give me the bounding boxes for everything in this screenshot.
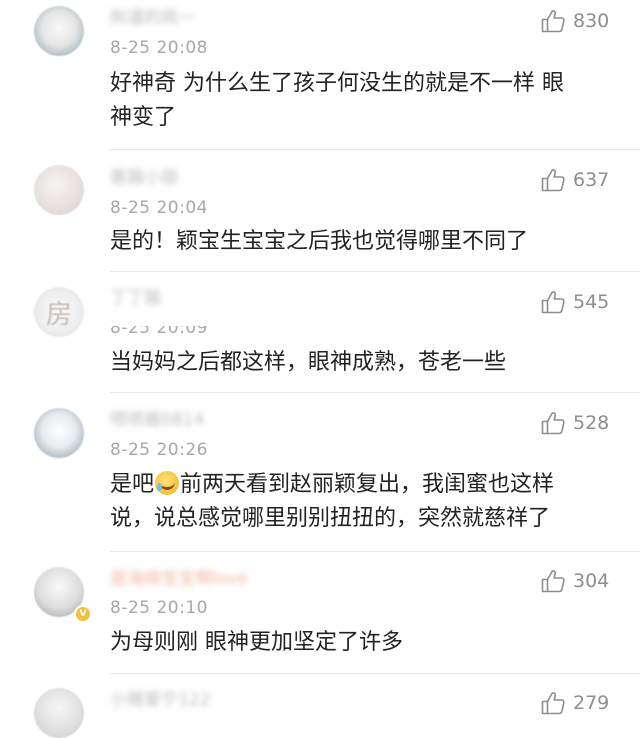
like-count: 830 [573,10,610,32]
like-button[interactable]: 830 [540,7,609,35]
comment-username[interactable]: 拘谨的雨一 [110,8,250,28]
avatar[interactable] [34,408,84,458]
divider [110,149,640,150]
like-count: 304 [573,570,610,592]
thumbs-up-icon [541,291,565,314]
comment-text: 是吧 前两天看到赵丽颖复出，我闺蜜也这样 说，说总感觉哪里别别扭扭的，突然就慈祥了 [110,468,610,536]
like-count: 528 [573,412,610,434]
divider [110,271,640,272]
comment-username[interactable]: 蔷薇小丽 [110,168,250,188]
like-button[interactable]: 304 [540,567,609,595]
comment-timestamp: 8-25 20:08 [110,38,208,58]
comment-timestamp: 8-25 20:10 [110,598,208,618]
thumbs-up-icon [541,692,565,715]
comment-username[interactable]: 喷喷酱0814 [110,410,250,430]
like-button[interactable]: 279 [540,689,609,717]
verified-badge-icon: V [74,605,92,623]
like-count: 637 [573,169,610,191]
comment-username[interactable]: 小猪爱宁122 [110,690,250,710]
comment-timestamp: 8-25 20:04 [110,198,208,218]
avatar[interactable]: 房 [34,287,84,337]
avatar[interactable] [34,6,84,56]
comment-text: 为母则刚 眼神更加坚定了许多 [110,630,403,655]
comment-text: 是的！颖宝生宝宝之后我也觉得哪里不同了 [110,229,529,254]
comment-username[interactable]: 丁丁猫 [110,288,250,308]
comment-text: 好神奇 为什么生了孩子何没生的就是不一样 眼 神变了 [110,71,564,130]
comment-username[interactable]: 是海绵宝宝啊love [110,569,320,589]
comment-timestamp: 8-25 20:09 [110,318,208,338]
like-button[interactable]: 545 [540,288,609,316]
like-button[interactable]: 637 [540,166,609,194]
like-count: 545 [573,291,610,313]
thumbs-up-icon [541,10,565,33]
thumbs-up-icon [541,412,565,435]
like-button[interactable]: 528 [540,409,609,437]
divider [110,392,640,393]
comment-timestamp: 8-25 20:26 [110,440,208,460]
thumbs-up-icon [541,169,565,192]
comment-text-start: 是吧 [110,472,155,497]
laugh-cry-emoji-icon [155,471,180,495]
thumbs-up-icon [541,570,565,593]
divider [110,673,640,674]
avatar[interactable] [34,165,84,215]
avatar[interactable] [34,688,84,738]
comment-text: 当妈妈之后都这样，眼神成熟，苍老一些 [110,350,507,375]
divider [110,551,640,552]
avatar-glyph: 房 [45,299,72,330]
